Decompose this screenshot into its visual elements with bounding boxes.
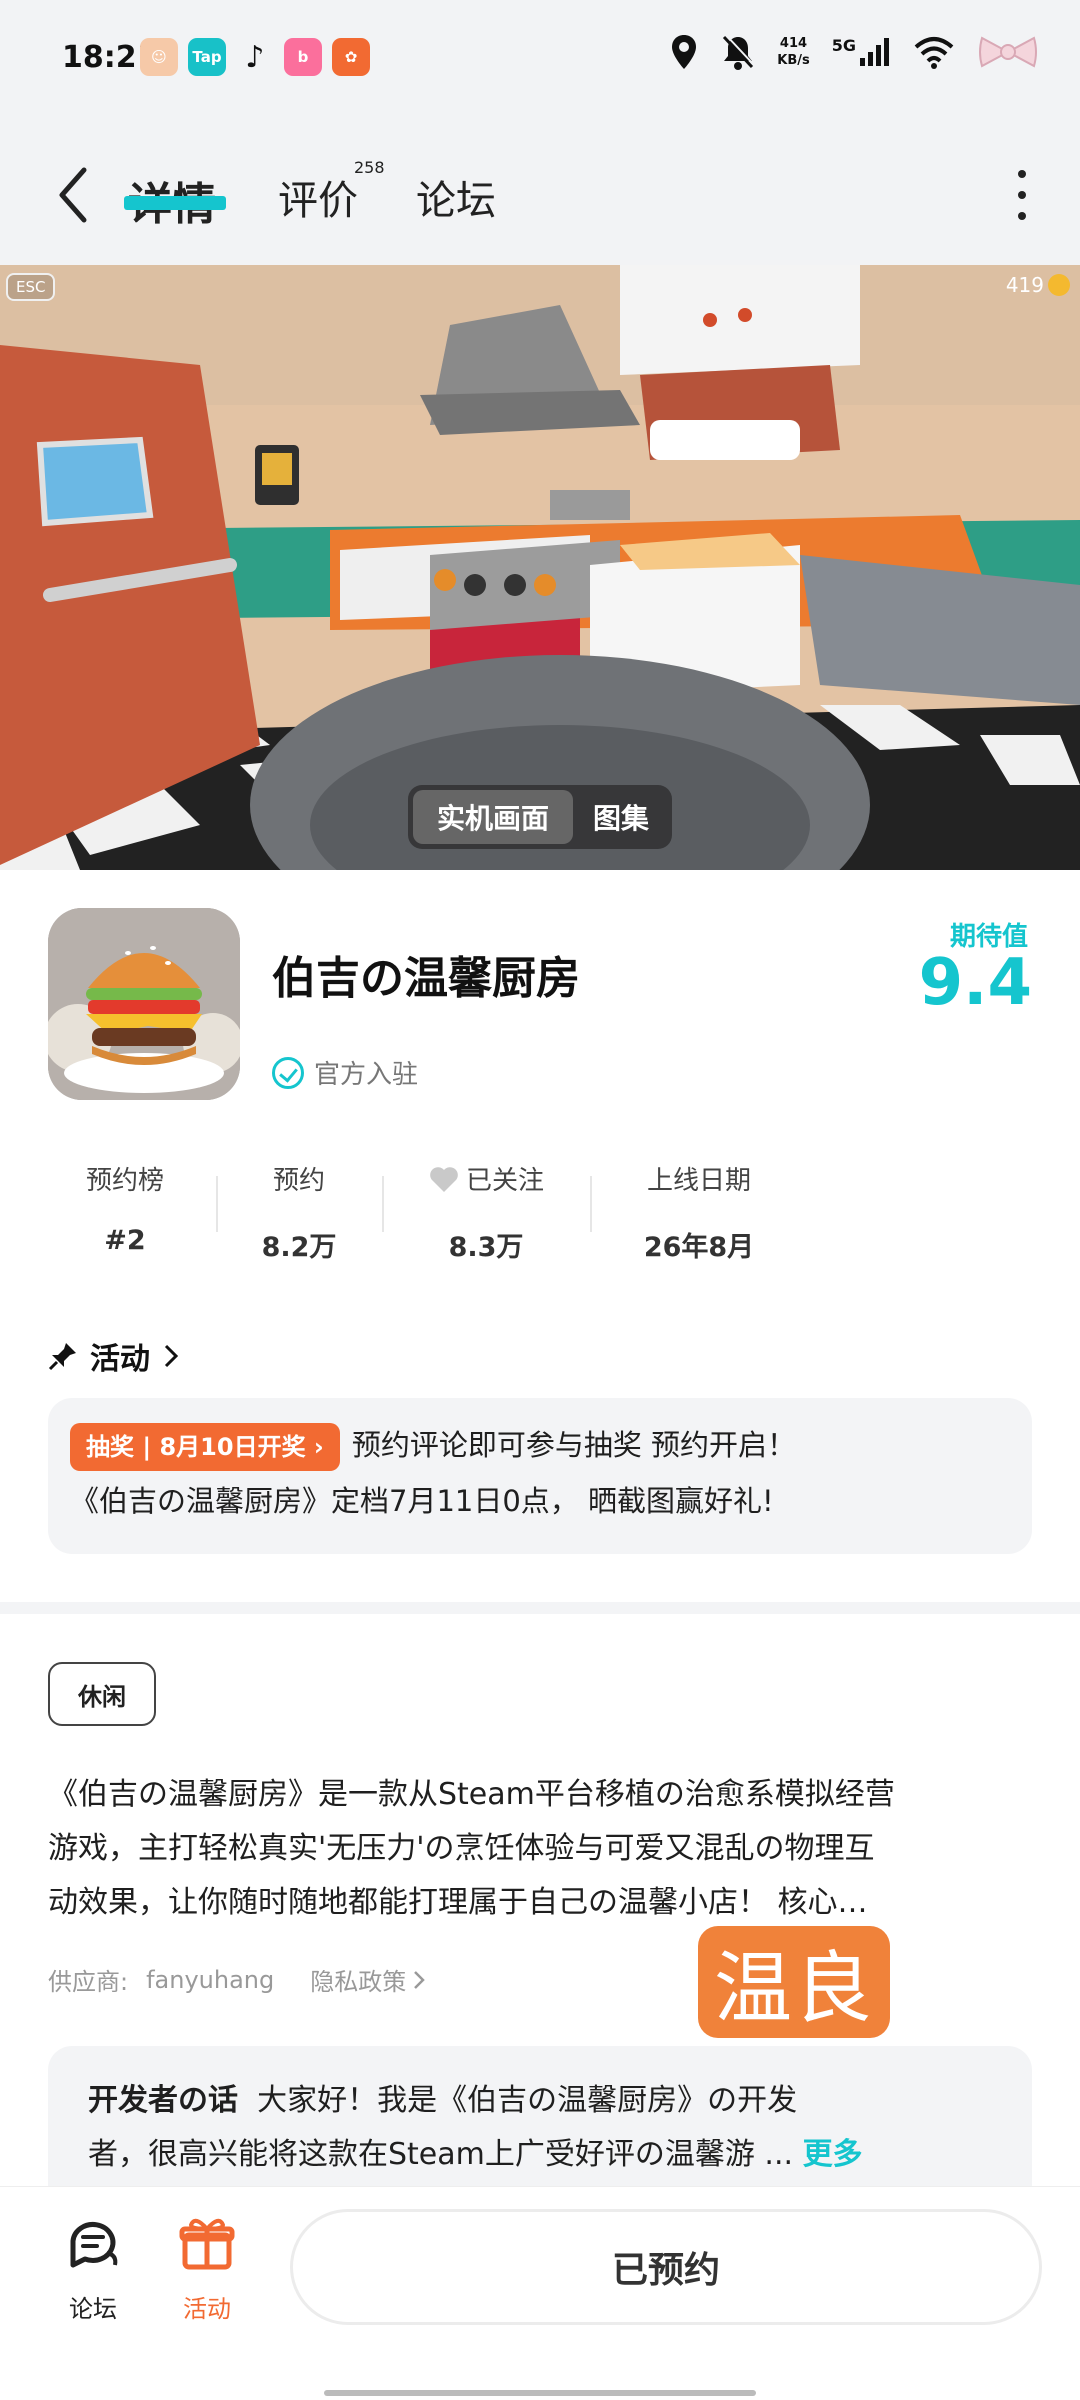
bilibili-icon: b	[284, 38, 322, 76]
status-indicators: 414 KB/s 5G	[669, 32, 1040, 72]
lottery-tag-label: 抽奖 | 8月10日开奖	[86, 1433, 306, 1461]
signal-5g: 5G	[832, 36, 892, 68]
chevron-right-icon	[414, 1970, 426, 1989]
network-type: 5G	[831, 36, 856, 55]
developer-text-2: 者，很高兴能将这款在Steam上广受好评の温馨游 ...	[88, 2137, 794, 2172]
activity-title: 活动	[90, 1342, 150, 1377]
forum-chat-icon	[70, 2221, 118, 2268]
signal-icon	[860, 38, 889, 66]
activity-card[interactable]: 抽奖 | 8月10日开奖 › 预约评论即可参与抽奖 预约开启！ 《伯吉の温馨厨房》…	[48, 1398, 1032, 1554]
active-tab-indicator	[124, 196, 226, 210]
stat-label: 上线日期	[646, 1166, 751, 1196]
privacy-policy-link[interactable]: 隐私政策	[310, 1962, 426, 1997]
chevron-right-icon	[164, 1344, 179, 1368]
supplier-row: 供应商: fanyuhang 隐私政策	[48, 1962, 426, 1997]
activity-header[interactable]: 活动	[48, 1334, 180, 1378]
developer-text-1: 大家好！我是《伯吉の温馨厨房》の开发	[257, 2083, 798, 2118]
developer-line-1: 开发者の话 大家好！我是《伯吉の温馨厨房》の开发	[88, 2074, 992, 2128]
official-label: 官方入驻	[314, 1060, 419, 1090]
watermark-stamp: 温良	[698, 1926, 890, 2038]
forum-label: 论坛	[69, 2295, 117, 2323]
divider	[216, 1176, 218, 1232]
stat-value: 8.2万	[261, 1232, 337, 1263]
rating-value: 9.4	[918, 946, 1032, 1020]
tab-reviews[interactable]: 评价	[278, 168, 358, 226]
top-nav: 详情 评价 论坛	[0, 120, 1080, 265]
speed-unit: KB/s	[777, 53, 810, 68]
battery-bow-icon	[979, 36, 1037, 68]
tab-forum[interactable]: 论坛	[416, 168, 496, 226]
privacy-label: 隐私政策	[310, 1968, 407, 1996]
mute-bell-icon	[723, 34, 755, 70]
coin-value: 419	[1005, 273, 1044, 297]
section-separator	[0, 1602, 1080, 1614]
heart-icon	[430, 1166, 458, 1192]
supplier-name: fanyuhang	[146, 1965, 275, 1994]
taptap-label: Tap	[192, 48, 222, 66]
stat-value: 26年8月	[643, 1232, 755, 1263]
developer-line-2: 者，很高兴能将这款在Steam上广受好评の温馨游 ... 更多	[88, 2128, 992, 2182]
bottom-action-bar: 论坛 活动 已预约	[0, 2186, 1080, 2400]
home-indicator[interactable]	[324, 2390, 756, 2396]
activity-line-1: 抽奖 | 8月10日开奖 › 预约评论即可参与抽奖 预约开启！	[70, 1420, 1010, 1471]
description-line: 《伯吉の温馨厨房》是一款从Steam平台移植の治愈系模拟经营	[48, 1777, 895, 1812]
genre-tag[interactable]: 休闲	[48, 1662, 156, 1726]
stat-ranking[interactable]: 预约榜 #2	[72, 1160, 178, 1256]
stat-follow[interactable]: 已关注 8.3万	[416, 1160, 556, 1264]
stat-release-date: 上线日期 26年8月	[634, 1160, 764, 1264]
verified-check-icon	[272, 1056, 304, 1089]
taptap-icon: Tap	[188, 38, 226, 76]
stat-reservations: 预约 8.2万	[246, 1160, 352, 1264]
coin-counter: 419	[1006, 273, 1070, 297]
stat-value: #2	[104, 1225, 146, 1256]
tiktok-icon: ♪	[236, 38, 274, 76]
back-arrow-icon[interactable]	[50, 160, 100, 230]
follow-label: 已关注	[465, 1166, 544, 1196]
stat-label: 已关注	[416, 1160, 556, 1197]
kitchen-scene-image	[0, 265, 1080, 870]
game-screenshot[interactable]: ESC 419 实机画面 图集	[0, 265, 1080, 870]
wifi-icon	[914, 37, 954, 69]
media-toggle: 实机画面 图集	[408, 785, 672, 849]
stat-label: 预约	[272, 1166, 325, 1196]
esc-badge[interactable]: ESC	[6, 273, 56, 301]
bottom-forum-button[interactable]: 论坛	[48, 2213, 138, 2324]
notification-apps: ☺ Tap ♪ b ✿	[140, 38, 370, 76]
description-line: 动效果，让你随时随地都能打理属于自己の温馨小店！ 核心…	[48, 1885, 868, 1920]
divider	[382, 1176, 384, 1232]
status-bar: 18:21 ☺ Tap ♪ b ✿ 414 KB/s 5G	[0, 0, 1080, 120]
game-app-icon	[48, 908, 240, 1100]
app-orange-icon: ✿	[332, 38, 370, 76]
official-badge: 官方入驻	[272, 1054, 418, 1091]
stat-label: 预约榜	[85, 1166, 164, 1196]
toggle-gameplay[interactable]: 实机画面	[413, 790, 573, 844]
bottom-activity-button[interactable]: 活动	[162, 2213, 252, 2324]
app-avatar-icon: ☺	[140, 38, 178, 76]
game-description[interactable]: 《伯吉の温馨厨房》是一款从Steam平台移植の治愈系模拟经营 游戏，主打轻松真实…	[48, 1768, 1038, 1930]
pin-icon	[48, 1343, 76, 1371]
network-speed: 414 KB/s	[777, 35, 809, 69]
divider	[590, 1176, 592, 1232]
location-icon	[672, 35, 697, 69]
reserved-button[interactable]: 已预约	[290, 2209, 1042, 2325]
activity-text-1: 预约评论即可参与抽奖 预约开启！	[351, 1428, 797, 1462]
speed-value: 414	[779, 36, 808, 51]
stat-value: 8.3万	[448, 1232, 524, 1263]
lottery-tag[interactable]: 抽奖 | 8月10日开奖 ›	[70, 1423, 340, 1471]
description-line: 游戏，主打轻松真实'无压力'の烹饪体验与可爱又混乱の物理互	[48, 1831, 875, 1866]
developer-more-link[interactable]: 更多	[803, 2137, 863, 2172]
review-count-badge: 258	[354, 158, 385, 177]
burger-icon	[48, 908, 240, 1100]
gift-icon	[179, 2218, 235, 2270]
game-title: 伯吉の温馨厨房	[272, 953, 580, 1004]
activity-text-2: 《伯吉の温馨厨房》定档7月11日0点， 晒截图赢好礼!	[70, 1484, 774, 1518]
supplier-label: 供应商:	[48, 1968, 129, 1996]
developer-title: 开发者の话	[88, 2083, 238, 2118]
toggle-gallery[interactable]: 图集	[579, 790, 663, 844]
coin-icon	[1048, 274, 1070, 296]
more-options-icon[interactable]	[1012, 170, 1032, 220]
activity-label: 活动	[183, 2295, 231, 2323]
